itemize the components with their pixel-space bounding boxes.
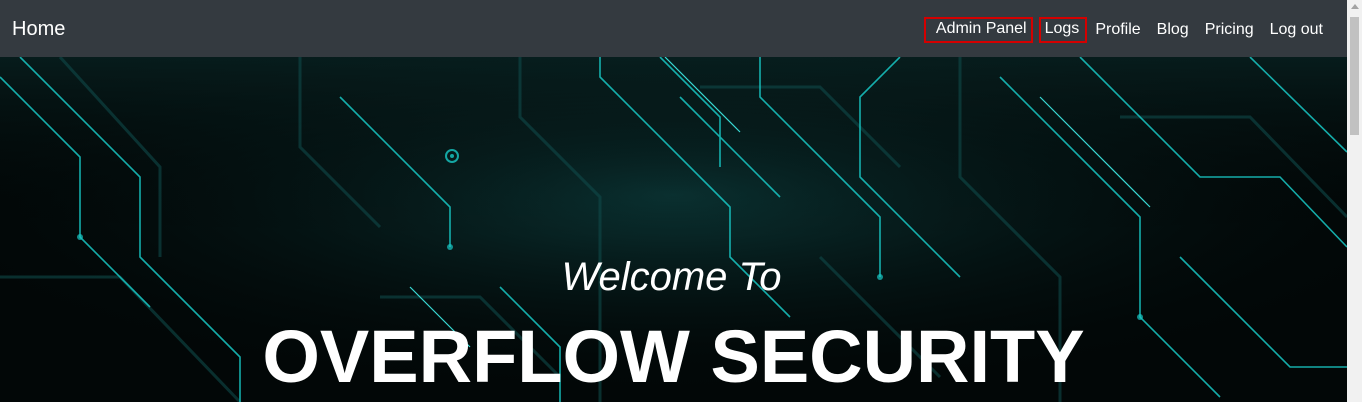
nav-admin-panel-link[interactable]: Admin Panel: [923, 17, 1033, 43]
home-link[interactable]: Home: [12, 17, 65, 41]
hero-title: OVERFLOW SECURITY: [262, 315, 1085, 398]
scroll-up-arrow-icon[interactable]: [1351, 4, 1359, 9]
vertical-scrollbar[interactable]: [1347, 0, 1362, 402]
nav-pricing-link[interactable]: Pricing: [1205, 19, 1254, 41]
hero-subtitle-text: Welcome To: [561, 255, 782, 299]
scrollbar-thumb[interactable]: [1350, 17, 1359, 135]
nav-logout-link[interactable]: Log out: [1270, 19, 1323, 41]
nav-profile-link[interactable]: Profile: [1095, 19, 1140, 41]
nav-blog-link[interactable]: Blog: [1157, 19, 1189, 41]
hero-banner: Welcome To OVERFLOW SECURITY: [0, 57, 1347, 402]
nav-links: Admin Panel Logs Profile Blog Pricing Lo…: [923, 17, 1323, 43]
hero-subtitle: Welcome To: [0, 255, 1347, 299]
page: Home Admin Panel Logs Profile Blog Prici…: [0, 0, 1362, 402]
top-navbar: Home Admin Panel Logs Profile Blog Prici…: [0, 0, 1347, 57]
nav-logs-link[interactable]: Logs: [1038, 17, 1088, 43]
